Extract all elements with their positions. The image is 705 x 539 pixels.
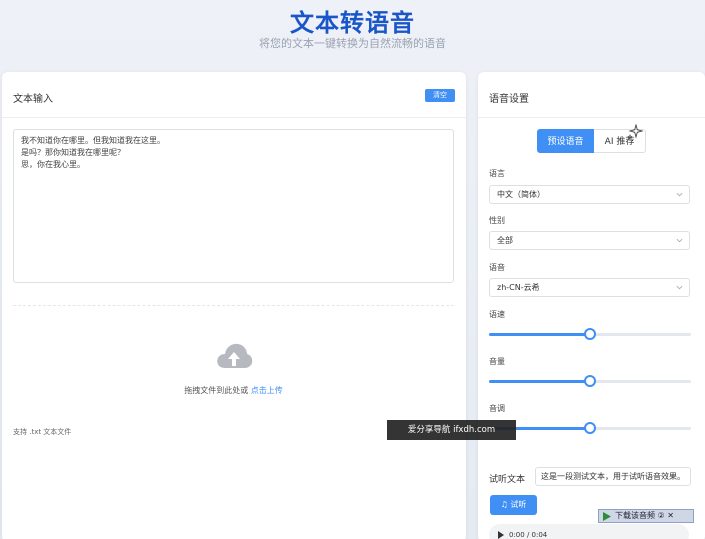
chevron-down-icon bbox=[676, 285, 683, 290]
slider-thumb[interactable] bbox=[584, 422, 596, 434]
panel-divider bbox=[478, 117, 705, 118]
upload-text: 拖拽文件到此处或 bbox=[184, 386, 249, 395]
listen-button[interactable]: ♫ 试听 bbox=[490, 495, 537, 515]
slider-thumb[interactable] bbox=[584, 328, 596, 340]
slider-thumb[interactable] bbox=[584, 375, 596, 387]
pitch-label: 音调 bbox=[489, 404, 505, 413]
voice-settings-title: 语音设置 bbox=[489, 94, 529, 105]
chevron-down-icon bbox=[676, 238, 683, 243]
preview-text-input[interactable]: 这是一段测试文本，用于试听语音效果。 bbox=[535, 467, 691, 486]
text-input-panel: 文本输入 清空 我不知道你在哪里。但我知道我在这里。 是吗？那你知道我在哪里呢？… bbox=[2, 72, 466, 539]
voice-value: zh-CN-云希 bbox=[497, 283, 540, 292]
play-icon[interactable] bbox=[497, 531, 505, 539]
play-arrow-icon bbox=[603, 512, 611, 521]
upload-link[interactable]: 点击上传 bbox=[251, 386, 283, 395]
volume-label: 音量 bbox=[489, 357, 505, 366]
language-select[interactable]: 中文（简体） bbox=[489, 185, 690, 204]
rate-label: 语速 bbox=[489, 310, 505, 319]
panel-divider bbox=[2, 117, 466, 118]
page-header: 文本转语音 将您的文本一键转换为自然流畅的语音 bbox=[0, 0, 705, 60]
listen-label: 试听 bbox=[510, 500, 527, 509]
gender-value: 全部 bbox=[497, 236, 513, 245]
slider-fill bbox=[489, 333, 590, 336]
volume-slider[interactable] bbox=[489, 374, 691, 388]
audio-time: 0:00 / 0:04 bbox=[509, 531, 548, 539]
chevron-down-icon bbox=[676, 192, 683, 197]
watermark-overlay: 爱分享导航 ifxdh.com bbox=[387, 420, 516, 440]
preview-text-label: 试听文本 bbox=[489, 475, 526, 485]
pitch-slider[interactable] bbox=[489, 421, 691, 435]
tab-preset-voice[interactable]: 预设语音 bbox=[537, 129, 594, 153]
download-audio-badge[interactable]: 下载该音频 ② ✕ bbox=[598, 509, 694, 523]
gender-label: 性别 bbox=[489, 216, 505, 225]
rate-slider[interactable] bbox=[489, 327, 691, 341]
upload-dropzone[interactable]: 拖拽文件到此处或 点击上传 bbox=[13, 316, 454, 421]
audio-player[interactable]: 0:00 / 0:04 bbox=[489, 524, 689, 539]
page-title: 文本转语音 bbox=[290, 9, 415, 37]
voice-select[interactable]: zh-CN-云希 bbox=[489, 278, 690, 297]
download-badge-label: 下载该音频 ② ✕ bbox=[615, 511, 674, 520]
voice-label: 语音 bbox=[489, 263, 505, 272]
clear-button[interactable]: 清空 bbox=[425, 89, 455, 102]
text-input-title: 文本输入 bbox=[13, 94, 53, 105]
page-subtitle: 将您的文本一键转换为自然流畅的语音 bbox=[259, 37, 446, 50]
voice-settings-panel: 语音设置 预设语音 AI 推荐 语言 中文（简体） 性别 全部 语音 zh-CN… bbox=[478, 72, 705, 539]
headphones-icon: ♫ bbox=[500, 500, 508, 509]
language-value: 中文（简体） bbox=[497, 190, 545, 199]
language-label: 语言 bbox=[489, 169, 505, 178]
upload-instruction: 拖拽文件到此处或 点击上传 bbox=[13, 385, 454, 396]
dashed-divider bbox=[13, 305, 454, 306]
cloud-upload-icon bbox=[217, 343, 253, 368]
text-input-area[interactable]: 我不知道你在哪里。但我知道我在这里。 是吗？那你知道我在哪里呢？ 思，你在我心里… bbox=[13, 129, 454, 283]
slider-fill bbox=[489, 380, 590, 383]
upload-hint: 支持 .txt 文本文件 bbox=[13, 428, 72, 436]
gender-select[interactable]: 全部 bbox=[489, 231, 690, 250]
sparkle-icon bbox=[627, 124, 643, 140]
